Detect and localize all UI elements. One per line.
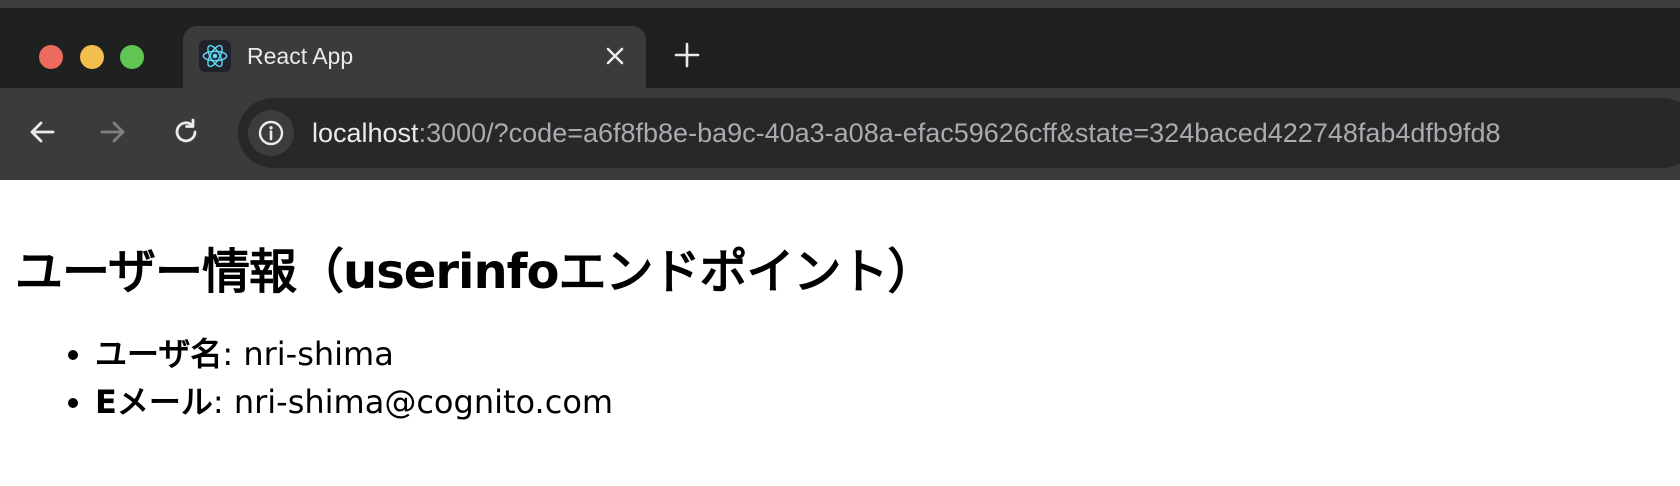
tab-react-app[interactable]: React App bbox=[183, 26, 646, 96]
email-value: nri-shima@cognito.com bbox=[233, 383, 614, 421]
list-item-username: ユーザ名: nri-shima bbox=[95, 330, 613, 378]
user-info-list: ユーザ名: nri-shima Eメール: nri-shima@cognito.… bbox=[50, 330, 613, 426]
username-label: ユーザ名 bbox=[95, 335, 223, 373]
url-host: localhost bbox=[312, 118, 419, 148]
tab-bar: React App bbox=[0, 8, 1680, 96]
window-top-strip bbox=[0, 0, 1680, 8]
close-icon[interactable] bbox=[600, 41, 630, 71]
info-icon[interactable] bbox=[248, 110, 294, 156]
email-label: Eメール bbox=[95, 383, 213, 421]
browser-chrome: React App localhost:3000/?code=a6f8fb8e-… bbox=[0, 0, 1680, 180]
minimize-window-button[interactable] bbox=[80, 45, 104, 69]
url-text[interactable]: localhost:3000/?code=a6f8fb8e-ba9c-40a3-… bbox=[312, 98, 1501, 168]
page-title: ユーザー情報（userinfoエンドポイント） bbox=[15, 244, 935, 300]
tab-title: React App bbox=[247, 43, 354, 69]
username-value: nri-shima bbox=[243, 335, 394, 373]
toolbar: localhost:3000/?code=a6f8fb8e-ba9c-40a3-… bbox=[0, 88, 1680, 180]
email-separator: : bbox=[212, 383, 234, 421]
close-window-button[interactable] bbox=[39, 45, 63, 69]
react-logo-icon bbox=[199, 40, 231, 72]
maximize-window-button[interactable] bbox=[120, 45, 144, 69]
address-bar[interactable]: localhost:3000/?code=a6f8fb8e-ba9c-40a3-… bbox=[238, 98, 1680, 168]
page-content: ユーザー情報（userinfoエンドポイント） ユーザ名: nri-shima … bbox=[0, 180, 1680, 486]
arrow-right-icon[interactable] bbox=[93, 112, 133, 152]
url-path: :3000/?code=a6f8fb8e-ba9c-40a3-a08a-efac… bbox=[418, 118, 1501, 148]
username-separator: : bbox=[222, 335, 244, 373]
reload-icon[interactable] bbox=[166, 112, 206, 152]
list-item-email: Eメール: nri-shima@cognito.com bbox=[95, 378, 613, 426]
plus-icon[interactable] bbox=[670, 38, 704, 72]
arrow-left-icon[interactable] bbox=[22, 112, 62, 152]
